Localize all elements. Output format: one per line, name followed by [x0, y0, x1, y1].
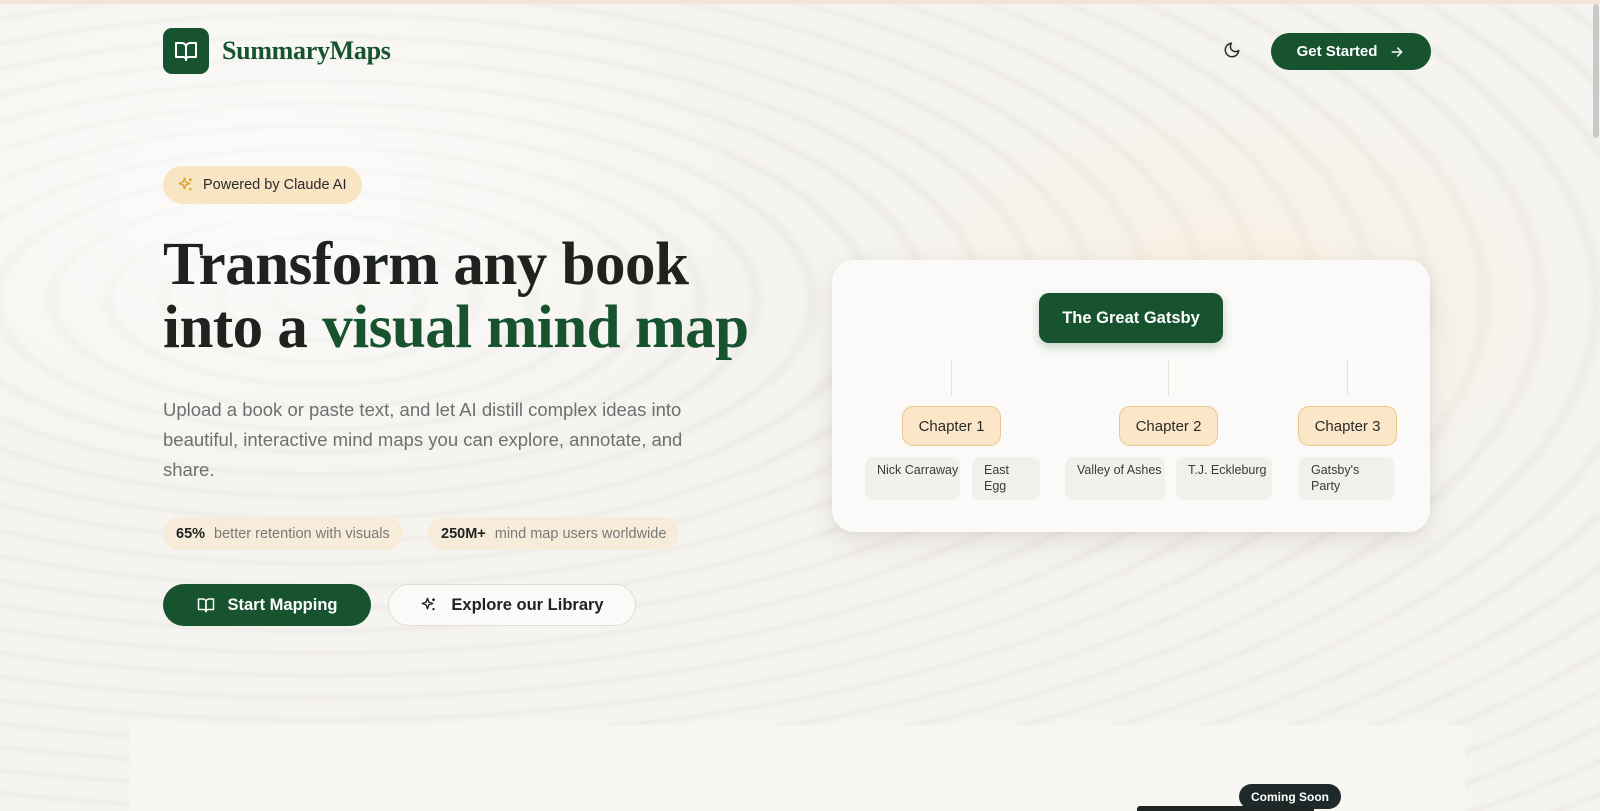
- stat-value: 65%: [176, 525, 206, 542]
- arrow-right-icon: [1392, 46, 1403, 57]
- start-mapping-label: Start Mapping: [227, 595, 338, 614]
- chapter-node[interactable]: Chapter 2: [1119, 406, 1218, 446]
- stat-label: better retention with visuals: [214, 525, 390, 542]
- leaf-node[interactable]: Gatsby's Party: [1299, 457, 1394, 500]
- connector-line: [1347, 360, 1348, 396]
- open-book-icon: [163, 28, 209, 74]
- stat-value: 250M+: [441, 525, 486, 542]
- top-accent-line: [0, 0, 1600, 4]
- scrollbar[interactable]: [1592, 0, 1600, 811]
- connector-line: [1168, 360, 1169, 396]
- open-book-icon: [197, 598, 214, 613]
- get-started-label: Get Started: [1296, 43, 1378, 60]
- explore-library-button[interactable]: Explore our Library: [388, 584, 636, 626]
- stat-users: 250M+ mind map users worldwide: [428, 517, 680, 550]
- leaf-node[interactable]: Nick Carraway: [865, 457, 960, 500]
- headline-line-2-prefix: into a: [163, 294, 323, 361]
- moon-icon[interactable]: [1223, 41, 1243, 61]
- hero-headline: Transform any book into a visual mind ma…: [163, 233, 749, 359]
- leaf-node[interactable]: Valley of Ashes: [1065, 457, 1165, 500]
- scrollbar-thumb[interactable]: [1593, 4, 1599, 138]
- preview-window-edge: [1137, 806, 1314, 811]
- stat-label: mind map users worldwide: [494, 525, 667, 542]
- sparkles-icon: [178, 177, 192, 191]
- leaf-node[interactable]: East Egg: [972, 457, 1040, 500]
- mind-map-preview: The Great Gatsby Chapter 1 Chapter 2 Cha…: [832, 260, 1430, 532]
- sparkles-icon: [421, 597, 436, 611]
- mind-map-root-node[interactable]: The Great Gatsby: [1039, 293, 1223, 343]
- stat-retention: 65% better retention with visuals: [163, 517, 403, 550]
- hero-description: Upload a book or paste text, and let AI …: [163, 399, 683, 480]
- start-mapping-button[interactable]: Start Mapping: [163, 584, 371, 626]
- logo[interactable]: SummaryMaps: [163, 28, 391, 74]
- headline-line-1: Transform any book: [163, 231, 689, 298]
- chapter-node[interactable]: Chapter 1: [902, 406, 1001, 446]
- chapter-node[interactable]: Chapter 3: [1298, 406, 1397, 446]
- powered-by-badge: Powered by Claude AI: [163, 166, 363, 204]
- badge-label: Powered by Claude AI: [203, 177, 347, 193]
- explore-library-label: Explore our Library: [451, 595, 604, 614]
- headline-accent: visual mind map: [322, 294, 749, 361]
- connector-line: [951, 360, 952, 396]
- get-started-button[interactable]: Get Started: [1271, 33, 1431, 70]
- leaf-node[interactable]: T.J. Eckleburg: [1176, 457, 1272, 500]
- brand-name: SummaryMaps: [222, 36, 391, 65]
